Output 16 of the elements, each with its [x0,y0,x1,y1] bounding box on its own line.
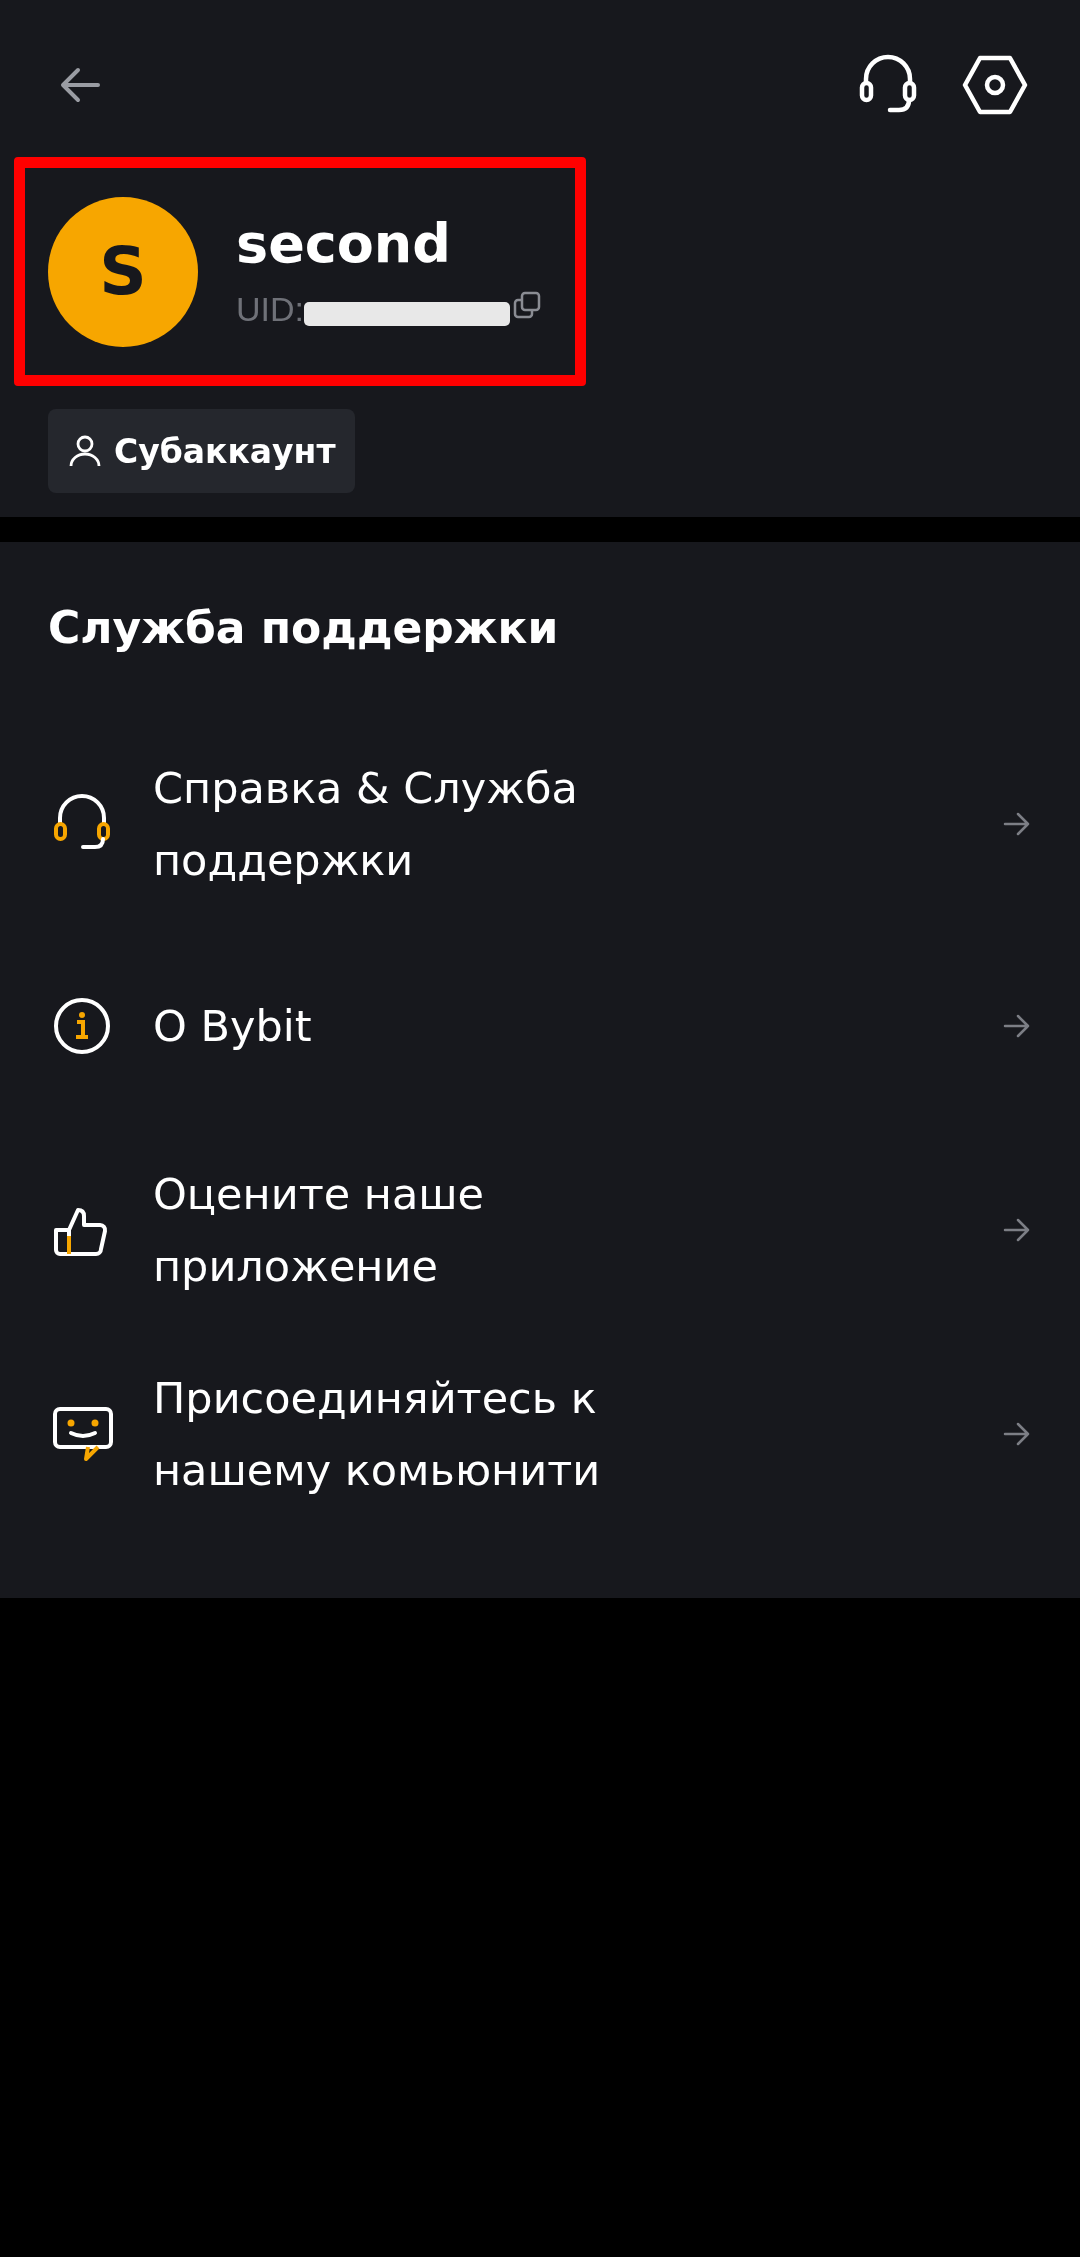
menu-item-label: О Bybit [153,1000,313,1053]
menu-item-label: Справка & Служба поддержки [153,762,579,887]
uid-label: UID: [236,290,304,329]
info-icon [52,996,112,1056]
section-title: Служба поддержки [48,601,560,655]
avatar: S [48,196,198,347]
menu-item[interactable]: Оцените наше приложение [0,1128,1080,1332]
menu-item-label: Оцените наше приложение [153,1168,486,1293]
menu-item-label: Присоединяйтесь к нашему комьюнити [153,1372,602,1497]
menu-item[interactable]: Справка & Служба поддержки [0,724,1080,924]
copy-icon[interactable] [512,289,542,320]
menu-item[interactable]: О Bybit [0,924,1080,1128]
account-type-label: Субаккаунт [114,431,336,471]
user-name: second [236,211,452,276]
menu-item[interactable]: Присоединяйтесь к нашему комьюнити [0,1332,1080,1536]
person-icon [68,434,102,468]
